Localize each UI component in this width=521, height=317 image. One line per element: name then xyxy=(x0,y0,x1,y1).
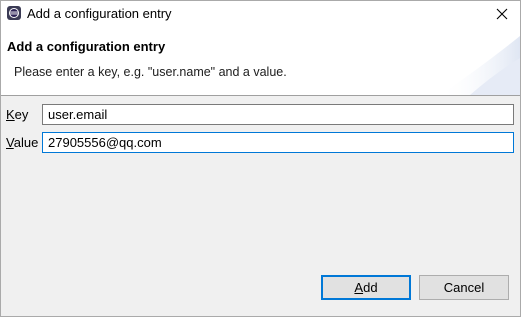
add-button[interactable]: Add xyxy=(321,275,411,300)
add-button-mnemonic: A xyxy=(354,280,364,295)
header-banner: Add a configuration entry Please enter a… xyxy=(1,28,520,95)
window-title: Add a configuration entry xyxy=(27,6,172,21)
add-button-rest: dd xyxy=(363,280,378,295)
key-label-mnemonic: K xyxy=(6,107,15,122)
value-label: Value xyxy=(6,135,38,151)
key-label-rest: ey xyxy=(14,107,29,122)
banner-separator xyxy=(1,95,520,96)
value-input[interactable] xyxy=(42,132,514,153)
key-label: Key xyxy=(6,107,28,123)
close-button[interactable] xyxy=(484,1,520,28)
app-icon xyxy=(7,6,21,20)
banner-message: Please enter a key, e.g. "user.name" and… xyxy=(14,65,287,79)
key-input[interactable] xyxy=(42,104,514,125)
value-label-mnemonic: V xyxy=(6,135,14,150)
cancel-button[interactable]: Cancel xyxy=(419,275,509,300)
close-icon xyxy=(496,8,508,20)
value-label-rest: alue xyxy=(13,135,39,150)
banner-title: Add a configuration entry xyxy=(7,39,166,54)
banner-decoration xyxy=(440,36,520,95)
title-bar[interactable]: Add a configuration entry xyxy=(1,1,520,28)
dialog-window: Add a configuration entry Add a configur… xyxy=(0,0,521,317)
